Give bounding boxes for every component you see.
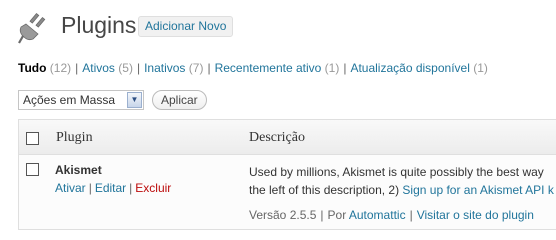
plugin-version: Versão 2.5.5	[249, 208, 317, 222]
filter-separator: |	[75, 61, 79, 75]
table-row: Akismet Ativar | Editar | Excluir Used by mi…	[19, 155, 556, 229]
row-actions: Ativar | Editar | Excluir	[55, 181, 171, 195]
plugin-description: Used by millions, Akismet is quite possi…	[249, 165, 544, 179]
bulk-actions-value: Ações em Massa	[23, 93, 116, 107]
chevron-down-icon[interactable]: ▼	[127, 92, 142, 108]
page-title: Plugins	[61, 12, 137, 38]
activate-link[interactable]: Ativar	[55, 181, 86, 195]
visit-plugin-site-link[interactable]: Visitar o site do plugin	[417, 208, 534, 222]
page-header: Plugins Adicionar Novo	[18, 8, 318, 48]
column-header-plugin[interactable]: Plugin	[56, 130, 93, 146]
meta-separator: |	[320, 208, 324, 222]
filter-all[interactable]: Tudo (12)	[18, 61, 71, 75]
filter-update-available[interactable]: Atualização disponível (1)	[350, 61, 487, 75]
plugin-name: Akismet	[55, 163, 102, 177]
delete-link[interactable]: Excluir	[135, 181, 171, 195]
plugins-table: Plugin Descrição Akismet Ativar | Editar | E…	[18, 119, 556, 230]
column-header-description: Descrição	[249, 130, 305, 145]
table-header: Plugin Descrição	[19, 120, 556, 155]
select-all-checkbox[interactable]	[26, 132, 39, 145]
filter-separator: |	[207, 61, 211, 75]
bulk-actions-select[interactable]: Ações em Massa ▼	[18, 90, 144, 110]
filter-recently-active[interactable]: Recentemente ativo (1)	[215, 61, 340, 75]
filter-inactive[interactable]: Inativos (7)	[144, 61, 203, 75]
signup-api-key-link[interactable]: Sign up for an Akismet API k	[402, 183, 553, 197]
author-link[interactable]: Automattic	[349, 208, 406, 222]
action-separator: |	[129, 181, 133, 195]
plugin-description-line2: the left of this description, 2) Sign up…	[249, 183, 554, 197]
row-checkbox[interactable]	[26, 163, 39, 176]
status-filter-links: Tudo (12) | Ativos (5) | Inativos (7) | Recent…	[18, 61, 488, 75]
filter-active[interactable]: Ativos (5)	[82, 61, 133, 75]
filter-separator: |	[136, 61, 141, 75]
apply-button[interactable]: Aplicar	[152, 90, 207, 110]
add-new-button[interactable]: Adicionar Novo	[138, 16, 234, 37]
action-separator: |	[88, 181, 92, 195]
plugin-icon	[18, 12, 46, 44]
edit-link[interactable]: Editar	[95, 181, 126, 195]
meta-separator: |	[409, 208, 413, 222]
plugin-meta: Versão 2.5.5 | Por Automattic | Visitar o si…	[249, 208, 534, 222]
filter-separator: |	[343, 61, 347, 75]
by-label: Por	[327, 208, 347, 222]
